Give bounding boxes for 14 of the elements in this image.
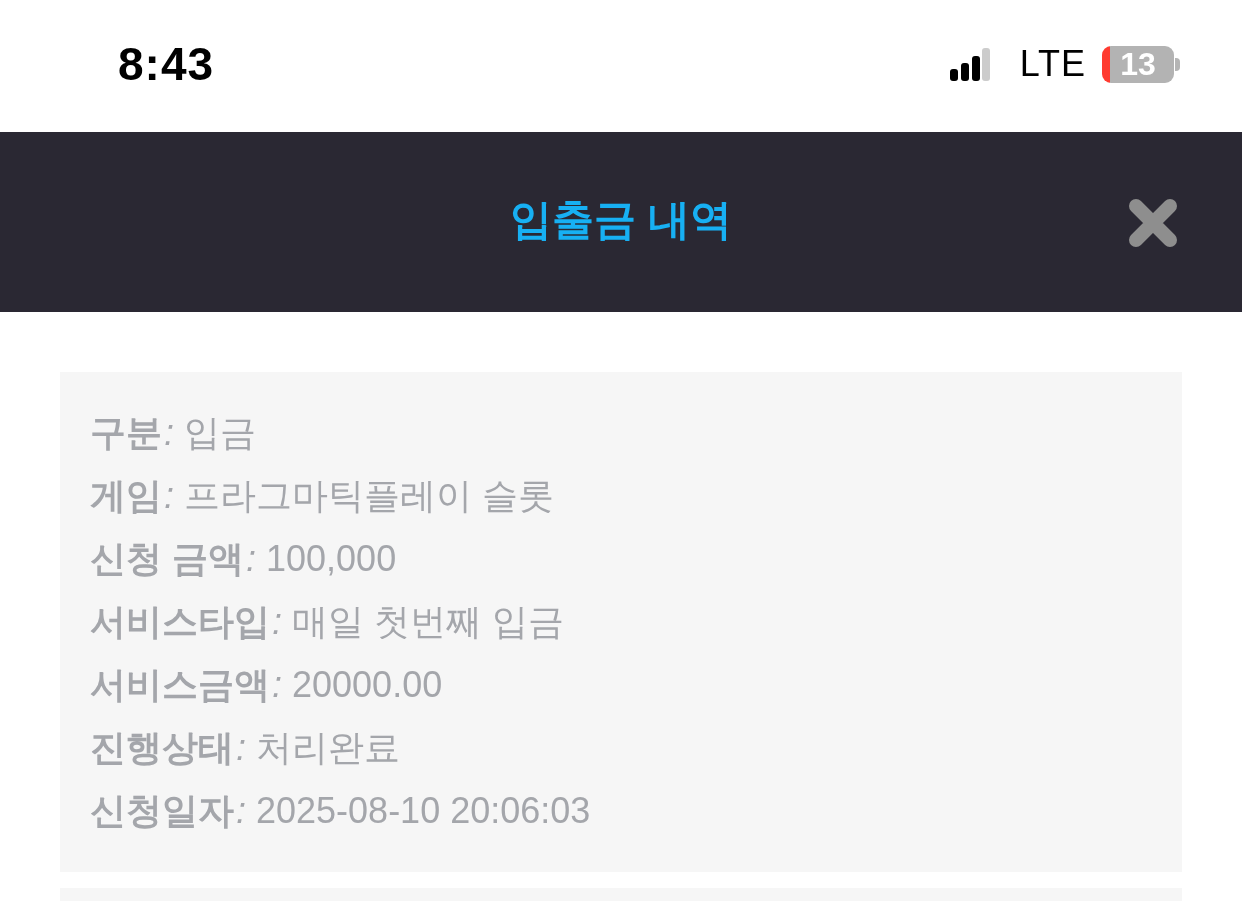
close-button[interactable] (1128, 198, 1178, 248)
network-label: LTE (1019, 43, 1086, 85)
close-icon (1128, 198, 1178, 248)
detail-line: 게임: 프라그마틱플레이 슬롯 (90, 474, 555, 518)
clock-time: 8:43 (118, 37, 215, 91)
detail-line: 신청 금액: 100,000 (90, 537, 397, 581)
detail-line: 서비스타입: 매일 첫번째 입금 (90, 600, 565, 644)
detail-line: 신청일자: 2025-08-10 20:06:03 (90, 789, 591, 833)
signal-icon (949, 47, 990, 81)
detail-line: 진행상태: 처리완료 (90, 726, 401, 770)
battery-indicator: 13 (1102, 45, 1180, 83)
detail-line: 서비스금액: 20000.00 (90, 663, 443, 707)
screen-title: 입출금 내역 (510, 195, 732, 245)
detail-line: 구분: 입금 (90, 411, 257, 455)
